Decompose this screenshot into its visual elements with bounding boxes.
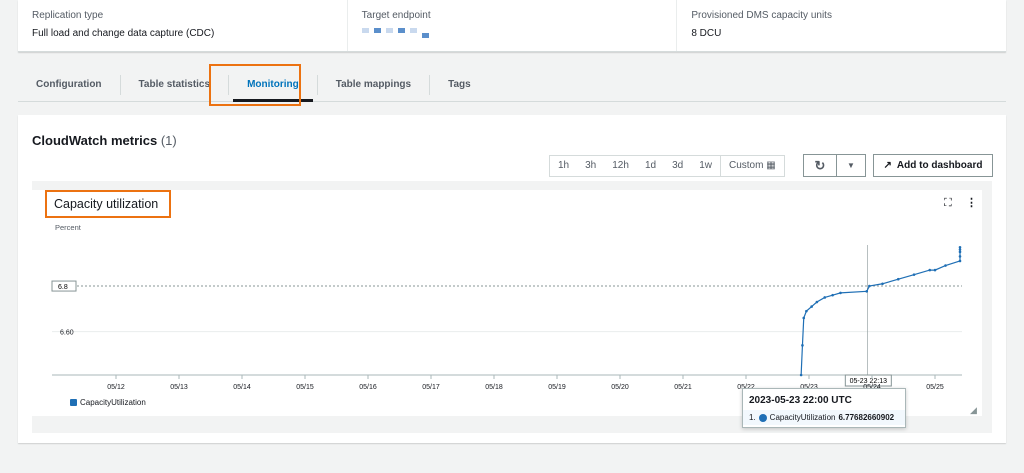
x-tick-label: 05/12: [107, 384, 125, 391]
legend-swatch: [70, 399, 77, 406]
chart-tooltip: 2023-05-23 22:00 UTC 1. CapacityUtilizati…: [742, 388, 906, 428]
threshold-label: 6.8: [58, 284, 68, 291]
data-point: [958, 250, 962, 254]
data-point: [868, 284, 871, 288]
series-line-capacityutilization: [800, 247, 961, 376]
series-dot: [758, 413, 767, 422]
data-point: [958, 248, 962, 251]
data-point: [944, 264, 947, 267]
data-point: [839, 291, 842, 295]
x-tick-label: 05/20: [611, 384, 629, 391]
data-point: [815, 300, 819, 304]
data-point: [802, 316, 806, 320]
data-point: [912, 273, 916, 276]
data-point: [865, 290, 869, 293]
data-point: [799, 373, 803, 377]
y-axis-label: Percent: [55, 223, 82, 232]
data-point: [958, 259, 962, 263]
data-point: [805, 309, 808, 313]
x-tick-label: 05/25: [926, 384, 944, 391]
data-point: [933, 268, 937, 272]
data-point: [810, 305, 813, 308]
x-tick-label: 05/17: [422, 384, 440, 391]
x-tick-label: 05/16: [359, 384, 377, 391]
x-tick-label: 05/15: [296, 384, 314, 391]
data-point: [881, 282, 884, 286]
y-tick-label: 6.60: [60, 330, 74, 337]
x-tick-label: 05/21: [674, 384, 692, 391]
data-point: [958, 245, 962, 249]
data-point: [831, 293, 834, 297]
x-tick-label: 05/14: [233, 384, 251, 391]
x-tick-label: 05/18: [485, 384, 503, 391]
data-point: [801, 344, 804, 347]
data-point: [958, 255, 962, 258]
data-point: [928, 268, 932, 272]
chart-legend[interactable]: CapacityUtilization: [70, 398, 146, 407]
data-point: [823, 296, 827, 299]
x-tick-label: 05/19: [548, 384, 566, 391]
x-tick-label: 05/13: [170, 384, 188, 391]
data-point: [896, 277, 900, 281]
